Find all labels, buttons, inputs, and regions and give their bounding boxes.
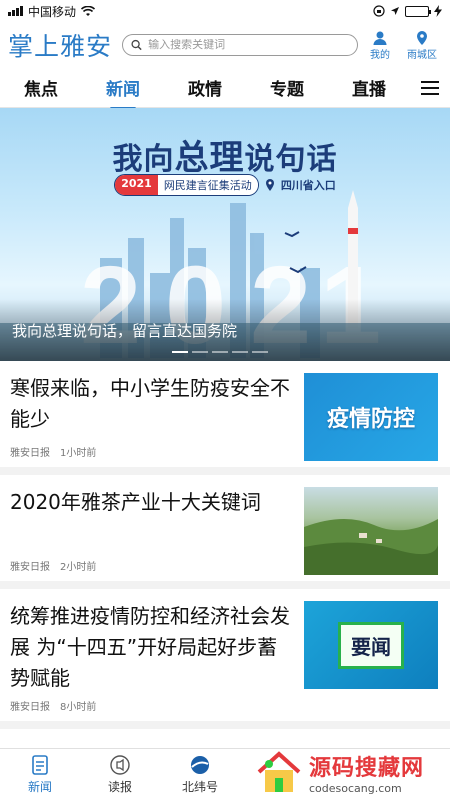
battery-icon <box>405 5 431 17</box>
app-header: 掌上雅安 我的 雨城区 <box>0 22 450 68</box>
news-title: 2020年雅茶产业十大关键词 <box>10 490 261 514</box>
banner-carousel[interactable]: 2 0 2 1 我向总理说句话 2021网民建言征集活动 四川省入口 我向总理说… <box>0 108 450 361</box>
tab-politics[interactable]: 政情 <box>164 75 246 100</box>
banner-year: 2021 <box>115 175 158 195</box>
news-time: 8小时前 <box>60 702 97 713</box>
my-account-label: 我的 <box>370 49 390 61</box>
newspaper-icon <box>110 755 130 775</box>
carrier-label: 中国移动 <box>28 4 77 19</box>
news-source: 雅安日报 <box>10 562 50 573</box>
tab-bar-beiweihao-label: 北纬号 <box>181 780 218 794</box>
charging-icon <box>434 5 442 17</box>
tab-topics[interactable]: 专题 <box>246 75 328 100</box>
search-input[interactable] <box>148 39 349 51</box>
news-thumbnail: 要闻 <box>304 601 438 689</box>
tab-bar-paper[interactable]: 读报 <box>80 749 160 800</box>
news-title: 统筹推进疫情防控和经济社会发展 为“十四五”开好局起好步蓄势赋能 <box>10 604 290 690</box>
search-bar[interactable] <box>122 34 358 56</box>
wifi-icon <box>81 5 96 16</box>
list-item[interactable]: 2020年雅茶产业十大关键词 雅安日报 2小时前 <box>0 475 450 589</box>
watermark-url: codesocang.com <box>309 781 402 795</box>
banner-title: 我向总理说句话 <box>112 138 338 178</box>
watermark: 源码搜藏网 codesocang.com <box>255 744 450 800</box>
user-icon <box>373 31 387 45</box>
tab-live[interactable]: 直播 <box>328 75 410 100</box>
location-arrow-icon <box>391 7 399 15</box>
news-list: 寒假来临，中小学生防疫安全不能少 雅安日报 1小时前 疫情防控 2020年雅茶产业… <box>0 361 450 729</box>
tab-news[interactable]: 新闻 <box>82 75 164 110</box>
list-item[interactable]: 寒假来临，中小学生防疫安全不能少 雅安日报 1小时前 疫情防控 <box>0 361 450 475</box>
app-logo: 掌上雅安 <box>8 32 113 61</box>
tab-bar-beiweihao[interactable]: 北纬号 <box>160 749 240 800</box>
list-item[interactable]: 统筹推进疫情防控和经济社会发展 为“十四五”开好局起好步蓄势赋能 雅安日报 8小时… <box>0 589 450 729</box>
news-time: 2小时前 <box>60 562 97 573</box>
house-logo-icon <box>257 751 301 792</box>
news-source: 雅安日报 <box>10 702 50 713</box>
location-pin-icon <box>417 30 427 45</box>
news-source: 雅安日报 <box>10 448 50 459</box>
menu-icon[interactable] <box>410 80 450 95</box>
signal-icon <box>8 6 23 16</box>
status-bar: 中国移动 <box>0 0 450 22</box>
my-account-button[interactable]: 我的 <box>360 30 400 61</box>
tab-focus[interactable]: 焦点 <box>0 75 82 100</box>
location-pin-icon <box>265 179 274 191</box>
tab-bar-news[interactable]: 新闻 <box>0 749 80 800</box>
watermark-title: 源码搜藏网 <box>309 755 425 781</box>
region-button[interactable]: 雨城区 <box>402 30 442 61</box>
banner-campaign: 网民建言征集活动 <box>157 175 258 195</box>
tab-bar-news-label: 新闻 <box>27 780 52 794</box>
news-time: 1小时前 <box>60 448 97 459</box>
news-title: 寒假来临，中小学生防疫安全不能少 <box>10 376 290 431</box>
news-thumbnail: 疫情防控 <box>304 373 438 461</box>
news-thumbnail <box>304 487 438 575</box>
carousel-indicator <box>172 351 268 353</box>
search-icon <box>131 39 142 51</box>
tab-bar-paper-label: 读报 <box>107 780 132 794</box>
globe-icon <box>191 756 209 774</box>
banner-subtitle: 2021 网民建言征集活动 四川省入口 <box>0 174 450 196</box>
lock-rotation-icon <box>373 5 385 17</box>
banner-entry: 四川省入口 <box>280 179 336 192</box>
region-label: 雨城区 <box>407 49 437 61</box>
news-icon <box>32 755 48 775</box>
category-nav: 焦点 新闻 政情 专题 直播 <box>0 68 450 110</box>
